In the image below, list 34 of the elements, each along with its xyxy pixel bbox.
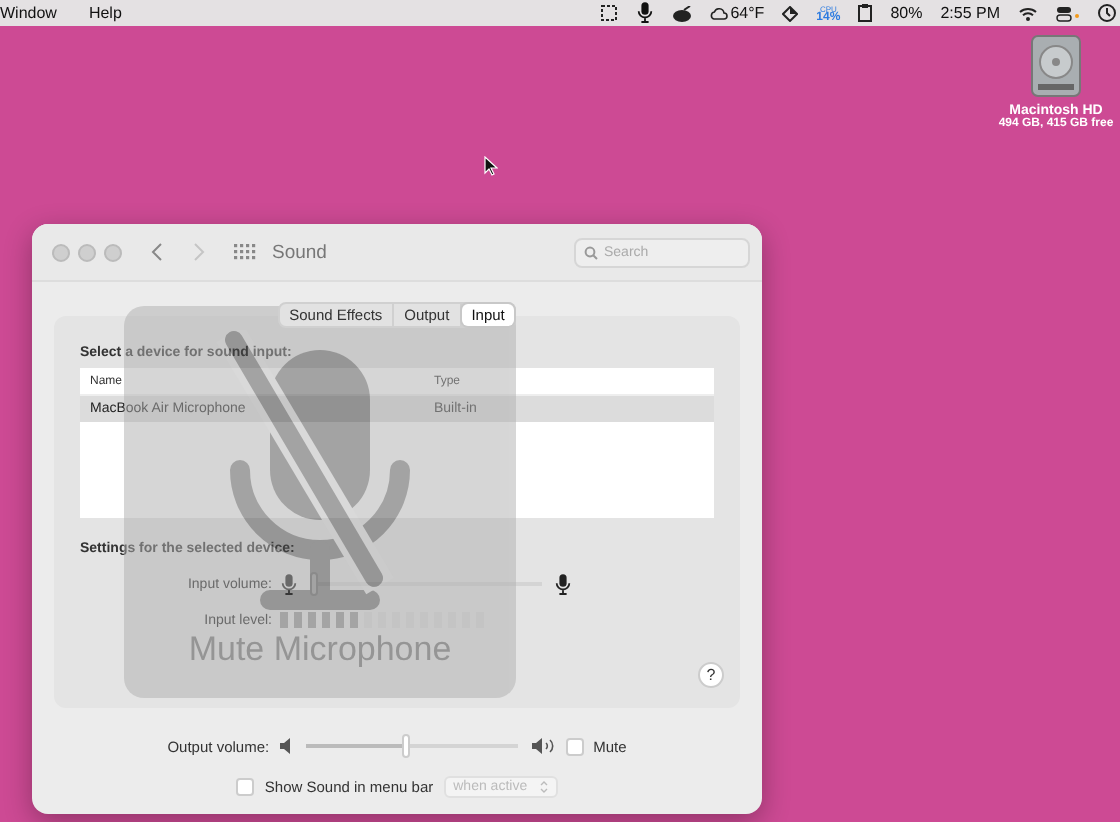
- slider[interactable]: [306, 572, 546, 596]
- clipboard-icon[interactable]: [858, 4, 873, 22]
- close-button[interactable]: [52, 243, 70, 261]
- menu-item[interactable]: Window: [0, 4, 57, 22]
- battery-text[interactable]: 80%: [890, 4, 923, 22]
- microphone-icon: [636, 2, 655, 24]
- grid-icon[interactable]: [234, 243, 256, 261]
- chevron-up-down-icon: [539, 780, 548, 794]
- diamond-icon[interactable]: [782, 5, 799, 21]
- toggles-icon[interactable]: [1056, 5, 1080, 21]
- speaker-icon: [279, 738, 292, 754]
- slider-thumb[interactable]: [402, 734, 411, 758]
- window-title: Sound: [272, 241, 327, 263]
- clock-icon[interactable]: [1098, 4, 1116, 22]
- slider[interactable]: [301, 734, 522, 758]
- help-button[interactable]: ?: [698, 662, 724, 688]
- menu-item[interactable]: Help: [88, 4, 122, 22]
- back-icon[interactable]: [150, 242, 164, 262]
- show-in-menu-bar-checkbox[interactable]: [236, 778, 255, 796]
- weather-text[interactable]: 64°F: [730, 4, 765, 22]
- hard-drive-icon[interactable]: [1030, 34, 1082, 98]
- low-microphone-icon: [280, 573, 298, 595]
- minimize-button[interactable]: [78, 243, 96, 261]
- high-microphone-icon: [554, 573, 572, 595]
- clock-text[interactable]: 2:55 PM: [940, 4, 1000, 22]
- screenshot-icon[interactable]: [600, 4, 619, 22]
- mute-checkbox[interactable]: [565, 737, 584, 755]
- wifi-icon[interactable]: [1018, 5, 1038, 21]
- mouse-pointer-icon: [484, 156, 498, 176]
- cloud-icon[interactable]: [710, 7, 729, 19]
- search-icon: [584, 245, 598, 259]
- loud-speaker-icon: [531, 738, 556, 754]
- zoom-button[interactable]: [104, 243, 122, 261]
- slider-thumb[interactable]: [309, 572, 318, 596]
